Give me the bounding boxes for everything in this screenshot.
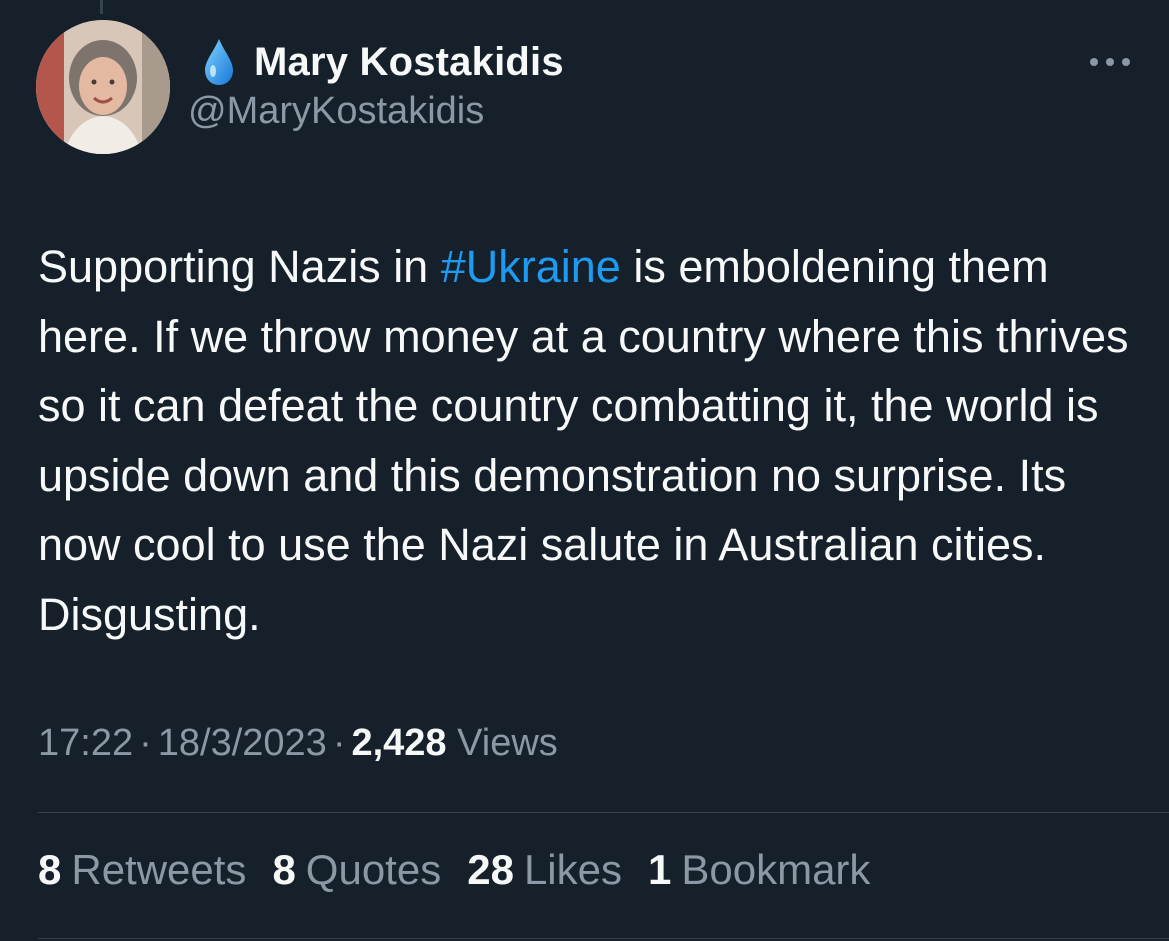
retweets-label: Retweets	[71, 846, 247, 893]
tweet-text-part: is emboldening them here. If we throw mo…	[38, 241, 1129, 640]
tweet-text-part: Supporting Nazis in	[38, 241, 441, 292]
likes-stat[interactable]: 28 Likes	[467, 846, 622, 894]
retweets-count: 8	[38, 846, 62, 893]
bookmarks-stat[interactable]: 1 Bookmark	[648, 846, 870, 894]
views-label: Views	[457, 722, 558, 764]
thread-connector-line	[100, 0, 103, 14]
avatar-photo	[36, 20, 170, 154]
meta-separator: ·	[332, 722, 346, 764]
bookmarks-label: Bookmark	[681, 846, 871, 893]
views-count: 2,428	[351, 722, 447, 764]
water-drop-icon	[205, 39, 233, 85]
meta-separator: ·	[139, 722, 152, 764]
avatar[interactable]	[36, 20, 170, 154]
tweet-time[interactable]: 17:22	[38, 722, 133, 764]
engagement-stats: 8 Retweets 8 Quotes 28 Likes 1 Bookmark	[38, 846, 896, 894]
quotes-label: Quotes	[305, 846, 442, 893]
tweet-meta: 17:22 · 18/3/2023 · 2,428 Views	[38, 722, 558, 765]
likes-count: 28	[467, 846, 514, 893]
tweet-text: Supporting Nazis in #Ukraine is embolden…	[38, 232, 1138, 649]
author-handle[interactable]: @MaryKostakidis	[188, 90, 564, 133]
divider	[38, 812, 1169, 813]
author-display-name[interactable]: Mary Kostakidis	[254, 40, 564, 85]
bookmarks-count: 1	[648, 846, 672, 893]
hashtag-link[interactable]: #Ukraine	[441, 241, 621, 292]
name-row: Mary Kostakidis	[202, 36, 564, 88]
quotes-count: 8	[272, 846, 296, 893]
more-dots-icon[interactable]	[1082, 44, 1138, 80]
tweet-header: Mary Kostakidis @MaryKostakidis	[188, 36, 564, 133]
retweets-stat[interactable]: 8 Retweets	[38, 846, 246, 894]
divider-bottom	[38, 938, 1169, 939]
tweet-date[interactable]: 18/3/2023	[158, 722, 327, 764]
quotes-stat[interactable]: 8 Quotes	[272, 846, 441, 894]
likes-label: Likes	[523, 846, 622, 893]
